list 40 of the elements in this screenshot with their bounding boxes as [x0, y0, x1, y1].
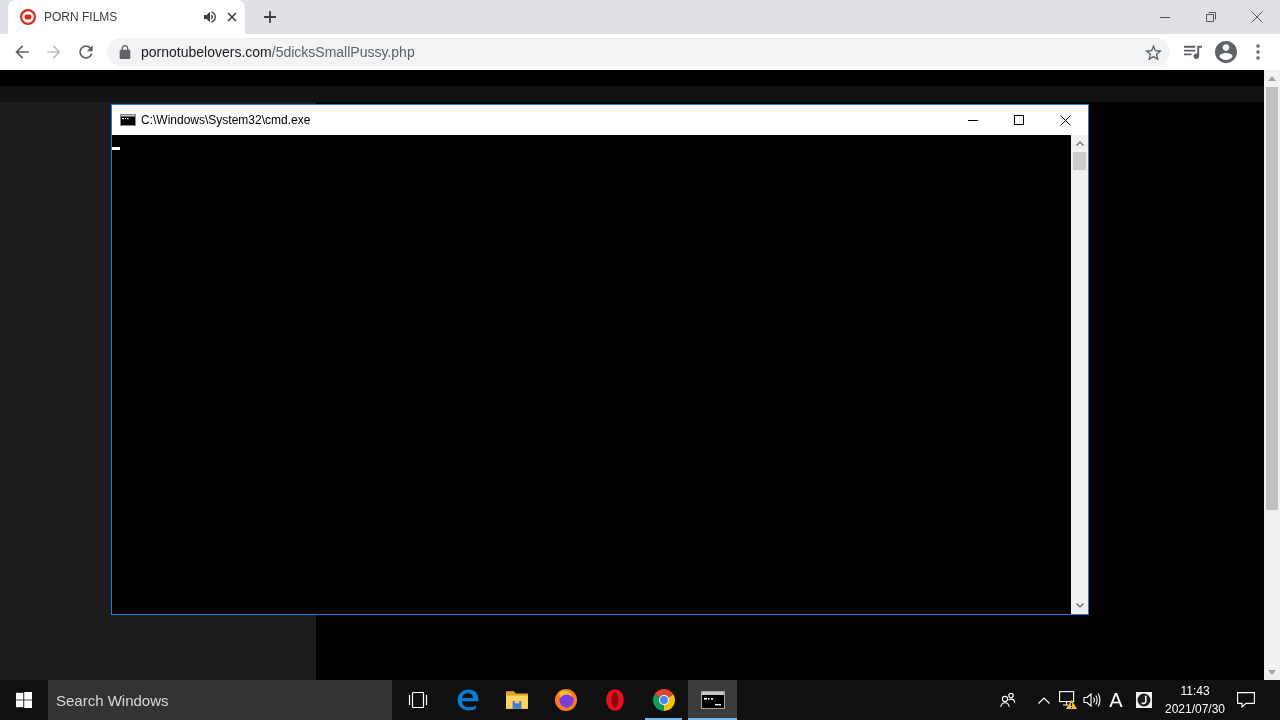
circle-browser-icon — [652, 689, 675, 711]
profile-icon[interactable] — [1215, 41, 1237, 63]
favicon-icon — [20, 9, 36, 25]
search-field[interactable]: Search Windows — [48, 680, 392, 720]
media-queue-icon[interactable] — [1184, 44, 1202, 60]
fox-browser-icon — [554, 689, 577, 711]
people-icon[interactable] — [1000, 692, 1016, 708]
star-icon[interactable] — [1145, 43, 1162, 61]
lock-icon — [119, 45, 131, 59]
restore-icon[interactable] — [1206, 12, 1216, 22]
window-title: C:\Windows\System32\cmd.exe — [141, 112, 311, 129]
folder-icon — [505, 691, 528, 709]
round-logo-icon[interactable] — [1136, 692, 1152, 708]
plus-icon[interactable] — [263, 10, 277, 24]
input-mode-button[interactable]: A — [1104, 688, 1128, 712]
scrollbar-thumb[interactable] — [1266, 87, 1278, 510]
scroll-down-icon[interactable] — [1075, 603, 1084, 608]
network-warning-icon[interactable] — [1059, 691, 1077, 709]
chevron-up-icon[interactable] — [1038, 696, 1050, 704]
close-icon[interactable] — [1059, 114, 1071, 126]
clock-button[interactable]: 11:43 2021/07/30 — [1160, 680, 1230, 720]
o-browser-icon — [605, 689, 624, 711]
speaker-icon[interactable] — [204, 11, 216, 23]
scrollbar-thumb[interactable] — [1073, 152, 1086, 170]
text-cursor-icon — [112, 147, 120, 150]
volume-icon[interactable] — [1083, 692, 1101, 708]
browser-tab[interactable]: PORN FILMS — [8, 0, 245, 34]
reload-icon[interactable] — [76, 42, 96, 62]
task-view-icon[interactable] — [407, 692, 428, 708]
console-icon — [700, 691, 725, 709]
taskbar-app-button[interactable] — [688, 680, 737, 720]
maximize-icon[interactable] — [1014, 115, 1024, 125]
console-icon — [120, 114, 136, 126]
windows-logo-icon[interactable] — [16, 692, 32, 708]
address-bar[interactable]: pornotubelovers.com/5dicksSmallPussy.php — [107, 38, 1170, 66]
close-icon[interactable] — [227, 12, 237, 22]
e-browser-icon — [456, 689, 479, 711]
menu-icon[interactable] — [1256, 44, 1260, 60]
notification-icon[interactable] — [1237, 692, 1255, 708]
scroll-up-icon[interactable] — [1075, 141, 1084, 146]
